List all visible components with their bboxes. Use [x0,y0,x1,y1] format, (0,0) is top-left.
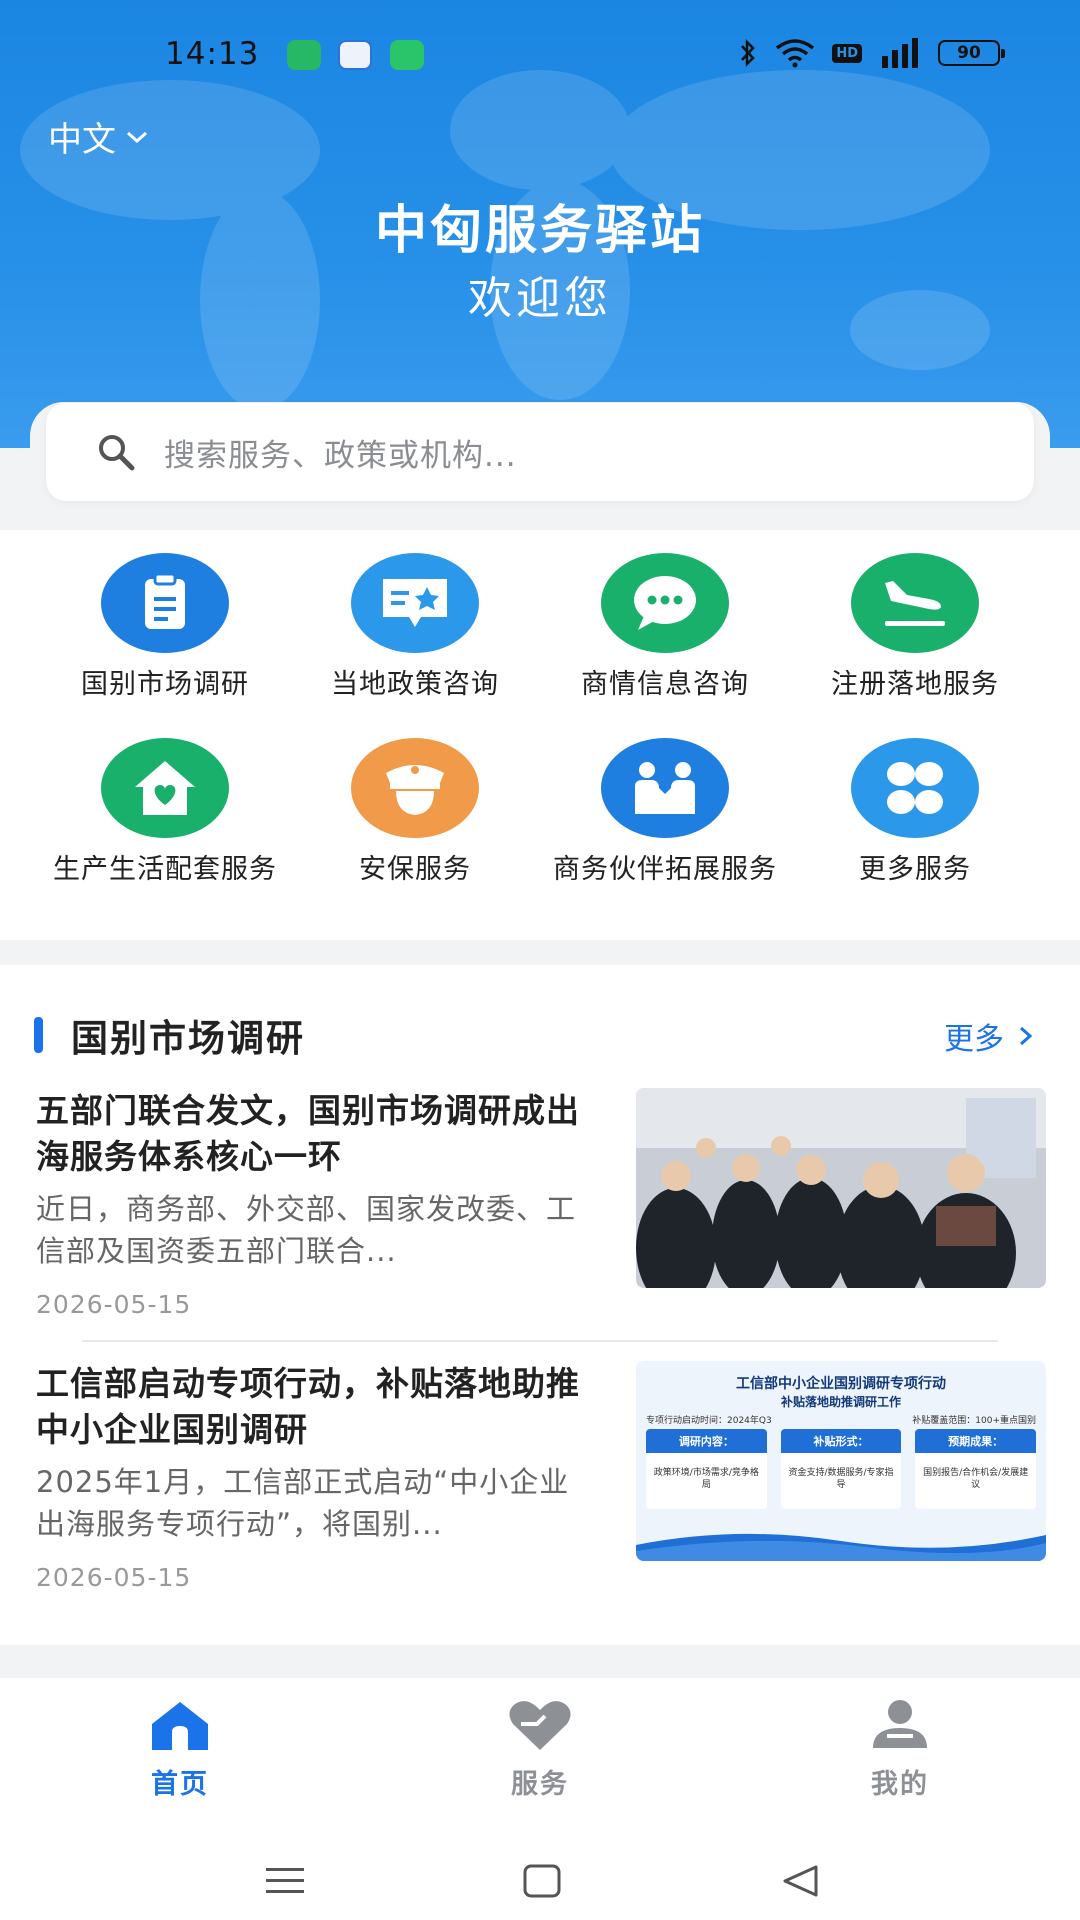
service-item-security[interactable]: 安保服务 [290,738,540,885]
service-label: 生产生活配套服务 [53,854,277,885]
hd-badge: HD [832,43,862,63]
service-item-living-support[interactable]: 生产生活配套服务 [40,738,290,885]
heart-icon [509,1701,571,1750]
home-heart-icon [101,738,229,838]
chevron-down-icon [127,131,147,143]
security-guard-icon [351,738,479,838]
more-grid-icon [851,738,979,838]
bluetooth-icon [741,38,756,68]
system-navigation-bar [0,1826,1080,1920]
status-time: 14:13 [165,36,260,72]
news-date: 2026-05-15 [36,1290,192,1319]
clipboard-icon [101,553,229,653]
service-label: 更多服务 [859,854,971,885]
battery-indicator: 90 [938,40,1005,66]
news-item[interactable]: 工信部启动专项行动，补贴落地助推中小企业国别调研 2025年1月，工信部正式启动… [36,1361,1046,1601]
signal-icon [882,38,918,68]
thumb-card-head: 补贴形式： [780,1429,902,1453]
news-item[interactable]: 五部门联合发文，国别市场调研成出海服务体系核心一环 近日，商务部、外交部、国家发… [36,1088,1046,1319]
service-label: 安保服务 [359,854,471,885]
airplane-landing-icon [851,553,979,653]
section-accent-bar [34,1017,43,1053]
section-title: 国别市场调研 [71,1017,305,1060]
news-date: 2026-05-15 [36,1563,192,1592]
news-summary: 近日，商务部、外交部、国家发改委、工信部及国资委五部门联合... [36,1192,577,1268]
news-title: 五部门联合发文，国别市场调研成出海服务体系核心一环 [36,1091,580,1176]
tab-label: 服务 [511,1769,569,1800]
search-placeholder: 搜索服务、政策或机构... [164,437,517,474]
thumb-card-head: 调研内容： [646,1429,767,1453]
service-label: 注册落地服务 [831,669,999,700]
tab-home[interactable]: 首页 [100,1698,260,1801]
home-nav-icon[interactable] [523,1864,561,1898]
thumb-left-note: 专项行动启动时间：2024年Q3 [646,1416,772,1426]
thumb-card: 调研内容： 政策环境/市场需求/竞争格局 [646,1429,767,1509]
policy-chat-icon [351,553,479,653]
assistant-app-icon [338,40,372,70]
service-item-business-info[interactable]: 商情信息咨询 [540,553,790,700]
language-selector[interactable]: 中文 [48,112,150,161]
chat-app-icon [287,40,321,70]
service-item-policy-consult[interactable]: 当地政策咨询 [290,553,540,700]
news-summary: 2025年1月，工信部正式启动“中小企业出海服务专项行动”，将国别... [36,1465,570,1541]
service-item-more[interactable]: 更多服务 [790,738,1040,885]
service-label: 当地政策咨询 [331,669,499,700]
back-icon[interactable] [782,1864,820,1898]
thumb-card-body: 资金支持/数据服务/专家指导 [788,1468,894,1490]
search-input[interactable]: 搜索服务、政策或机构... [46,403,1034,501]
thumb-card: 预期成果： 国别报告/合作机会/发展建议 [915,1429,1037,1509]
user-icon [873,1700,927,1748]
news-divider [82,1340,998,1342]
page-title: 中匈服务驿站 [374,201,705,261]
service-item-market-research[interactable]: 国别市场调研 [40,553,290,700]
wifi-icon [776,39,815,68]
news-title: 工信部启动专项行动，补贴落地助推中小企业国别调研 [36,1364,580,1449]
thumb-card-body: 国别报告/合作机会/发展建议 [923,1468,1029,1490]
thumb-card: 补贴形式： 资金支持/数据服务/专家指导 [780,1429,902,1509]
partners-icon [601,738,729,838]
phone-app-icon [390,40,424,70]
service-label: 国别市场调研 [81,669,249,700]
more-link[interactable]: 更多 [944,1014,1034,1058]
message-icon [601,553,729,653]
thumb-wave [636,1533,1046,1561]
language-label: 中文 [48,120,116,160]
news-thumbnail [636,1088,1046,1288]
tab-label: 我的 [871,1769,929,1800]
news-thumbnail: 工信部中小企业国别调研专项行动 补贴落地助推调研工作 专项行动启动时间：2024… [636,1361,1046,1561]
section-header: 国别市场调研 [34,1008,305,1062]
thumb-subtitle: 补贴落地助推调研工作 [780,1395,901,1409]
more-label: 更多 [944,1022,1004,1057]
tab-label: 首页 [151,1769,209,1800]
tab-services[interactable]: 服务 [460,1698,620,1801]
thumb-cards: 调研内容： 政策环境/市场需求/竞争格局 补贴形式： 资金支持/数据服务/专家指… [646,1429,1037,1509]
thumb-right-note: 补贴覆盖范围：100+重点国别 [912,1416,1036,1426]
status-bar: 14:13 HD 90 [0,30,1080,80]
header-banner: 14:13 HD 90 中文 中匈服务驿站 欢迎您 [0,0,1080,448]
menu-icon[interactable] [266,1866,304,1896]
service-label: 商务伙伴拓展服务 [553,854,777,885]
page-subtitle: 欢迎您 [468,273,612,324]
tab-profile[interactable]: 我的 [820,1698,980,1801]
service-label: 商情信息咨询 [581,669,749,700]
thumb-title: 工信部中小企业国别调研专项行动 [736,1376,946,1392]
thumb-card-body: 政策环境/市场需求/竞争格局 [653,1468,759,1490]
service-item-partner-expansion[interactable]: 商务伙伴拓展服务 [540,738,790,885]
chevron-right-icon [1020,1026,1033,1046]
home-icon [152,1702,208,1750]
search-icon [99,435,135,471]
service-item-registration[interactable]: 注册落地服务 [790,553,1040,700]
thumb-card-head: 预期成果： [915,1429,1037,1453]
